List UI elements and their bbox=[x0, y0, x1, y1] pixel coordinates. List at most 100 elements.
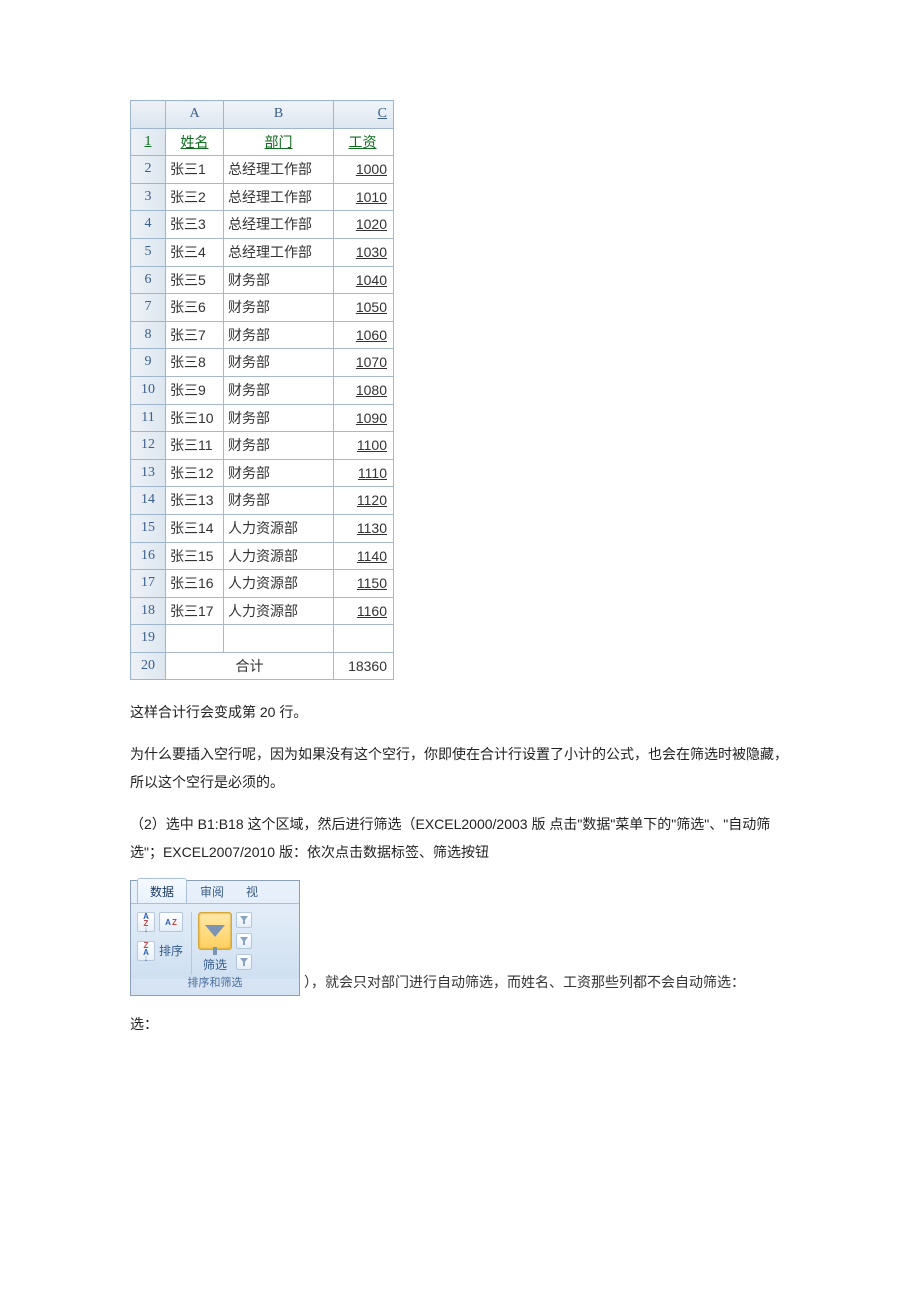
filter-button[interactable] bbox=[198, 912, 232, 950]
table-row: 10张三9财务部1080 bbox=[131, 376, 394, 404]
cell-salary: 1150 bbox=[334, 570, 394, 598]
cell-dept: 财务部 bbox=[224, 321, 334, 349]
cell-name: 张三11 bbox=[166, 432, 224, 460]
cell-dept: 人力资源部 bbox=[224, 542, 334, 570]
sort-dialog-button[interactable]: AZ bbox=[159, 912, 183, 932]
cell-dept: 总经理工作部 bbox=[224, 183, 334, 211]
table-row: 12张三11财务部1100 bbox=[131, 432, 394, 460]
cell-dept: 人力资源部 bbox=[224, 514, 334, 542]
table-row: 16张三15人力资源部1140 bbox=[131, 542, 394, 570]
cell-dept: 财务部 bbox=[224, 459, 334, 487]
cell-name: 张三1 bbox=[166, 156, 224, 184]
funnel-icon bbox=[205, 925, 225, 937]
cell-name: 张三8 bbox=[166, 349, 224, 377]
paragraph-4: 选： bbox=[130, 1010, 790, 1038]
row-header: 20 bbox=[131, 652, 166, 680]
cell-dept: 财务部 bbox=[224, 349, 334, 377]
total-label: 合计 bbox=[166, 652, 334, 680]
cell-dept: 总经理工作部 bbox=[224, 238, 334, 266]
cell-salary: 1100 bbox=[334, 432, 394, 460]
header-salary: 工资 bbox=[334, 128, 394, 156]
cell-name: 张三14 bbox=[166, 514, 224, 542]
paragraph-3a: （2）选中 B1:B18 这个区域，然后进行筛选（EXCEL2000/2003 … bbox=[130, 810, 790, 866]
sort-label: 排序 bbox=[159, 940, 183, 963]
cell-name: 张三3 bbox=[166, 211, 224, 239]
table-row: 7张三6财务部1050 bbox=[131, 294, 394, 322]
cell-name: 张三10 bbox=[166, 404, 224, 432]
cell-name: 张三2 bbox=[166, 183, 224, 211]
row-header: 19 bbox=[131, 625, 166, 653]
row-header: 16 bbox=[131, 542, 166, 570]
table-row: 13张三12财务部1110 bbox=[131, 459, 394, 487]
ribbon-divider bbox=[191, 912, 192, 975]
row-header: 10 bbox=[131, 376, 166, 404]
ribbon-tab-view-partial[interactable]: 视 bbox=[237, 878, 259, 904]
cell-name: 张三16 bbox=[166, 570, 224, 598]
advanced-filter-button[interactable] bbox=[236, 954, 252, 970]
cell-name: 张三9 bbox=[166, 376, 224, 404]
cell-name: 张三15 bbox=[166, 542, 224, 570]
row-header: 4 bbox=[131, 211, 166, 239]
table-header-row: 1 姓名 部门 工资 bbox=[131, 128, 394, 156]
sort-group: AZ↓ AZ ZA↓ 排序 bbox=[135, 910, 185, 965]
table-row: 15张三14人力资源部1130 bbox=[131, 514, 394, 542]
col-header-c: C bbox=[334, 101, 394, 129]
row-header: 11 bbox=[131, 404, 166, 432]
cell-salary: 1070 bbox=[334, 349, 394, 377]
clear-filter-button[interactable] bbox=[236, 912, 252, 928]
table-row: 4张三3总经理工作部1020 bbox=[131, 211, 394, 239]
ribbon-tab-review[interactable]: 审阅 bbox=[187, 878, 237, 904]
cell-dept: 财务部 bbox=[224, 404, 334, 432]
table-row: 3张三2总经理工作部1010 bbox=[131, 183, 394, 211]
cell-salary: 1010 bbox=[334, 183, 394, 211]
ribbon-group-label: 排序和筛选 bbox=[131, 973, 299, 994]
table-row: 6张三5财务部1040 bbox=[131, 266, 394, 294]
total-row: 20 合计 18360 bbox=[131, 652, 394, 680]
cell-salary: 1110 bbox=[334, 459, 394, 487]
cell-dept: 财务部 bbox=[224, 376, 334, 404]
cell-salary: 1080 bbox=[334, 376, 394, 404]
cell-dept: 财务部 bbox=[224, 294, 334, 322]
row-header: 1 bbox=[131, 128, 166, 156]
table-row: 2张三1总经理工作部1000 bbox=[131, 156, 394, 184]
header-dept: 部门 bbox=[224, 128, 334, 156]
total-value: 18360 bbox=[334, 652, 394, 680]
cell-dept: 总经理工作部 bbox=[224, 156, 334, 184]
cell-salary: 1090 bbox=[334, 404, 394, 432]
cell-dept: 财务部 bbox=[224, 487, 334, 515]
col-header-b: B bbox=[224, 101, 334, 129]
row-header: 15 bbox=[131, 514, 166, 542]
sort-asc-button[interactable]: AZ↓ bbox=[137, 912, 155, 932]
row-header: 17 bbox=[131, 570, 166, 598]
row-header: 9 bbox=[131, 349, 166, 377]
cell-dept: 财务部 bbox=[224, 266, 334, 294]
row-header: 6 bbox=[131, 266, 166, 294]
cell-dept: 人力资源部 bbox=[224, 570, 334, 598]
excel-spreadsheet: A B C 1 姓名 部门 工资 2张三1总经理工作部10003张三2总经理工作… bbox=[130, 100, 394, 680]
cell-name: 张三4 bbox=[166, 238, 224, 266]
paragraph-3b: ），就会只对部门进行自动筛选，而姓名、工资那些列都不会自动筛选： bbox=[304, 975, 745, 991]
row-header: 18 bbox=[131, 597, 166, 625]
cell-dept: 人力资源部 bbox=[224, 597, 334, 625]
row-header: 13 bbox=[131, 459, 166, 487]
cell-salary: 1060 bbox=[334, 321, 394, 349]
cell-salary: 1020 bbox=[334, 211, 394, 239]
cell-salary: 1040 bbox=[334, 266, 394, 294]
cell-salary: 1160 bbox=[334, 597, 394, 625]
corner-cell bbox=[131, 101, 166, 129]
cell-name: 张三12 bbox=[166, 459, 224, 487]
reapply-filter-button[interactable] bbox=[236, 933, 252, 949]
cell-salary: 1140 bbox=[334, 542, 394, 570]
col-header-a: A bbox=[166, 101, 224, 129]
row-header: 5 bbox=[131, 238, 166, 266]
cell-salary: 1000 bbox=[334, 156, 394, 184]
cell-salary: 1050 bbox=[334, 294, 394, 322]
table-row: 9张三8财务部1070 bbox=[131, 349, 394, 377]
cell-name: 张三17 bbox=[166, 597, 224, 625]
row-header: 3 bbox=[131, 183, 166, 211]
cell-name: 张三7 bbox=[166, 321, 224, 349]
table-row: 8张三7财务部1060 bbox=[131, 321, 394, 349]
cell-dept: 总经理工作部 bbox=[224, 211, 334, 239]
ribbon-tab-data[interactable]: 数据 bbox=[137, 878, 187, 904]
sort-desc-button[interactable]: ZA↓ bbox=[137, 941, 155, 961]
